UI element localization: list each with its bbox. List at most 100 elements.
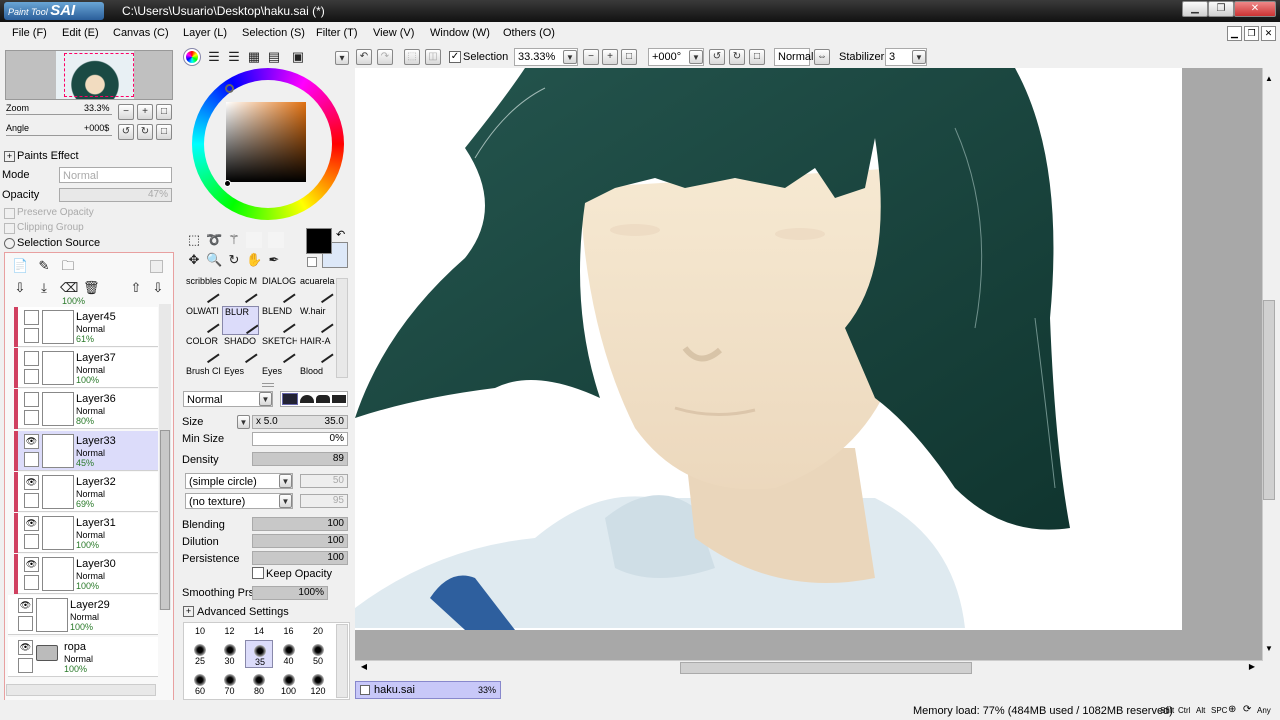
size-slider[interactable]: x 5.0 35.0	[252, 415, 348, 429]
layer-up-icon[interactable]: ⇧	[128, 280, 144, 296]
scroll-left-icon[interactable]: ◀	[358, 662, 370, 674]
document-tab[interactable]: haku.sai 33%	[355, 681, 501, 699]
canvas-zoom-out-button[interactable]: −	[583, 49, 599, 65]
brush-item[interactable]: Blood	[298, 366, 335, 380]
canvas-hscroll-thumb[interactable]	[680, 662, 972, 674]
drawing-canvas[interactable]	[355, 68, 1182, 630]
flip-icon[interactable]: ⇔	[814, 49, 830, 65]
edge-hard-icon[interactable]	[282, 393, 298, 405]
edge-soft-icon[interactable]	[300, 395, 314, 403]
zoom-tool-icon[interactable]: 🔍	[206, 252, 222, 268]
zoom-out-button[interactable]: −	[118, 104, 134, 120]
layer-option-icon[interactable]	[150, 260, 163, 273]
menu-filter[interactable]: Filter (T)	[316, 27, 358, 39]
rotate-right-button[interactable]: ↻	[137, 124, 153, 140]
rotate-reset-button[interactable]: □	[156, 124, 172, 140]
layer-clip-checkbox[interactable]	[24, 575, 39, 591]
size-palette-scrollbar[interactable]	[336, 624, 348, 698]
delete-layer-icon[interactable]: 🗑	[83, 280, 100, 296]
brush-item[interactable]: Eyes	[222, 366, 259, 380]
preserve-opacity-checkbox[interactable]	[4, 208, 15, 219]
rotate-left-button[interactable]: ↺	[118, 124, 134, 140]
merge-down-icon[interactable]: ⤓	[36, 280, 52, 296]
zoom-in-button[interactable]: +	[137, 104, 153, 120]
layer-clip-checkbox[interactable]	[24, 369, 39, 385]
move-icon[interactable]: ✥	[186, 252, 202, 268]
deselect-icon[interactable]: ⬚	[404, 49, 420, 65]
transfer-down-icon[interactable]: ⇩	[12, 280, 28, 296]
hue-picker-cursor[interactable]	[225, 84, 234, 93]
brush-size-item[interactable]: 10	[186, 625, 214, 639]
menu-canvas[interactable]: Canvas (C)	[113, 27, 169, 39]
canvas-rotate-left-button[interactable]: ↺	[709, 49, 725, 65]
color-picker-cursor[interactable]	[224, 180, 231, 187]
brush-item[interactable]: BLUR	[222, 306, 259, 335]
new-vector-layer-icon[interactable]: ✎	[36, 258, 52, 274]
scroll-up-icon[interactable]: ▲	[1263, 74, 1275, 86]
brush-item[interactable]: scribbles	[184, 276, 221, 305]
menu-layer[interactable]: Layer (L)	[183, 27, 227, 39]
brush-item[interactable]: acuarela	[298, 276, 335, 305]
brush-item[interactable]: OLWATI	[184, 306, 221, 335]
canvas-viewport[interactable]	[355, 68, 1263, 660]
brush-size-item[interactable]: 80	[245, 670, 273, 698]
brush-item[interactable]: Copic M	[222, 276, 259, 305]
visibility-eye-icon[interactable]	[24, 392, 39, 408]
lasso-icon[interactable]: ➰	[206, 232, 222, 248]
brush-item[interactable]: BLEND	[260, 306, 297, 335]
magic-wand-icon[interactable]: ⚚	[226, 232, 242, 248]
swatches-tab-icon[interactable]: ▦	[246, 49, 262, 65]
zoom-slider[interactable]	[6, 114, 112, 117]
visibility-eye-icon[interactable]: 👁	[18, 598, 33, 614]
brush-size-item[interactable]: 70	[216, 670, 244, 698]
brush-item[interactable]: W.hair	[298, 306, 335, 335]
brush-size-item[interactable]: 120	[304, 670, 332, 698]
menu-file[interactable]: File (F)	[12, 27, 47, 39]
brush-item[interactable]: COLOR	[184, 336, 221, 365]
saturation-value-square[interactable]	[226, 102, 306, 182]
new-layer-icon[interactable]: 📄	[12, 258, 28, 274]
menu-others[interactable]: Others (O)	[503, 27, 555, 39]
doc-restore-button[interactable]: ❐	[1244, 26, 1259, 41]
canvas-vscroll-thumb[interactable]	[1263, 300, 1275, 500]
layer-clip-checkbox[interactable]	[24, 328, 39, 343]
blending-slider[interactable]: 100	[252, 517, 348, 531]
menu-window[interactable]: Window (W)	[430, 27, 490, 39]
layer-scrollbar-thumb[interactable]	[160, 430, 170, 610]
brush-texture-dropdown[interactable]: (no texture)	[185, 493, 293, 509]
brush-item[interactable]: SHADO	[222, 336, 259, 365]
layer-clip-checkbox[interactable]	[24, 492, 39, 508]
brush-edge-selector[interactable]	[280, 391, 348, 407]
layer-row[interactable]: Layer36 Normal 80%	[14, 389, 158, 430]
rect-select-icon[interactable]: ⬚	[186, 232, 202, 248]
maximize-button[interactable]: ❐	[1208, 1, 1234, 17]
brush-item[interactable]: HAIR-A	[298, 336, 335, 365]
primary-color-swatch[interactable]	[306, 228, 332, 254]
user-swatches-tab-icon[interactable]: ▤	[266, 49, 282, 65]
advanced-settings-label[interactable]: Advanced Settings	[197, 606, 289, 618]
layer-row[interactable]: 👁 Layer29 Normal 100%	[8, 595, 158, 636]
layer-row[interactable]: Layer45 Normal 61%	[14, 307, 158, 347]
panel-collapse-icon[interactable]: ▾	[335, 51, 349, 65]
rotate-tool-icon[interactable]: ↻	[226, 252, 242, 268]
layer-clip-checkbox[interactable]	[18, 616, 33, 632]
brush-item[interactable]: SKETCH	[260, 336, 297, 365]
menu-edit[interactable]: Edit (E)	[62, 27, 99, 39]
undo-icon[interactable]: ↶	[356, 49, 372, 65]
brush-size-item[interactable]: 12	[216, 625, 244, 639]
size-multiplier-dropdown[interactable]: ▼	[237, 415, 250, 429]
layer-row[interactable]: 👁 Layer32 Normal 69%	[14, 471, 158, 512]
brush-shape-slider[interactable]: 50	[300, 474, 348, 488]
canvas-rotate-right-button[interactable]: ↻	[729, 49, 745, 65]
keep-opacity-checkbox[interactable]	[252, 567, 264, 579]
brush-size-item[interactable]: 16	[275, 625, 303, 639]
opacity-slider[interactable]: 47%	[59, 188, 172, 202]
brush-size-item[interactable]: 35	[245, 640, 273, 668]
visibility-eye-icon[interactable]: 👁	[24, 557, 39, 573]
visibility-eye-icon[interactable]: 👁	[18, 639, 33, 655]
selection-checkbox[interactable]: ✓	[449, 51, 461, 63]
doc-close-button[interactable]: ✕	[1261, 26, 1276, 41]
swap-colors-icon[interactable]: ↶	[336, 228, 345, 241]
new-folder-icon[interactable]: 🗀	[60, 258, 76, 274]
persistence-slider[interactable]: 100	[252, 551, 348, 565]
